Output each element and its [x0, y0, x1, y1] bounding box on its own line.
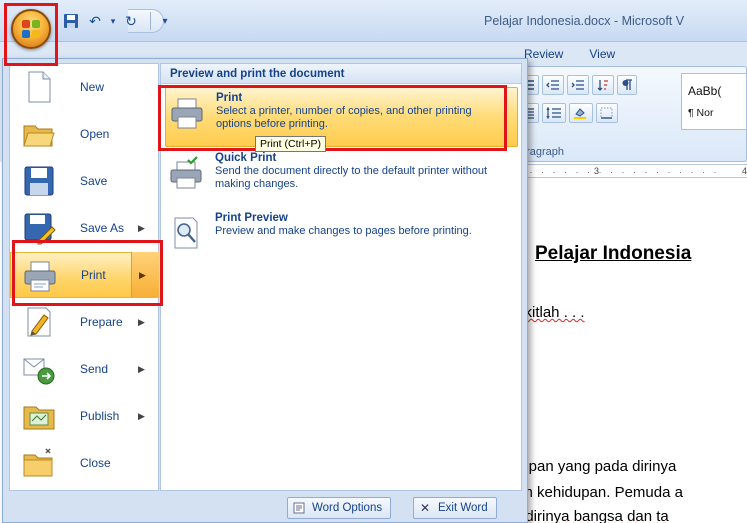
document-line: dupan yang pada dirinya	[512, 458, 677, 475]
style-normal: ¶ Nor	[688, 107, 714, 119]
submenu-item-quick-print[interactable]: Quick Print Send the document directly t…	[165, 148, 518, 208]
shading-button[interactable]	[569, 103, 593, 123]
print-command-highlight	[12, 240, 163, 306]
tab-view[interactable]: View	[589, 42, 615, 66]
submenu-arrow-icon: ▶	[138, 363, 145, 374]
exit-word-button[interactable]: ✕ Exit Word	[413, 497, 497, 519]
style-sample: AaBb(	[688, 84, 722, 98]
publish-icon	[22, 399, 56, 433]
word-options-label: Word Options	[312, 502, 383, 514]
redo-icon[interactable]: ↻	[120, 10, 142, 32]
submenu-header: Preview and print the document	[161, 64, 521, 84]
decrease-indent-button[interactable]	[542, 75, 564, 95]
sort-button[interactable]	[592, 75, 614, 95]
ruler-ticks: · · · · · · · · · · · · · · · · · ·	[518, 167, 720, 177]
submenu-item-description: Send the document directly to the defaul…	[215, 165, 488, 190]
menu-item-label: Publish	[80, 409, 120, 423]
menu-item-label: New	[80, 80, 105, 94]
send-icon	[22, 352, 56, 386]
menu-item-new[interactable]: New	[10, 64, 158, 110]
submenu-arrow-icon: ▶	[138, 222, 145, 233]
show-formatting-button[interactable]	[617, 75, 637, 95]
submenu-item-title: Quick Print	[215, 152, 277, 164]
menu-item-label: Open	[80, 127, 110, 141]
undo-dropdown-icon[interactable]: ▾	[108, 10, 118, 32]
menu-item-send[interactable]: Send ▶	[10, 346, 158, 392]
ruler-mark-3: 3	[594, 166, 600, 176]
submenu-item-title: Print Preview	[215, 212, 288, 224]
menu-item-publish[interactable]: Publish ▶	[10, 393, 158, 439]
exit-word-label: Exit Word	[438, 502, 488, 514]
word-options-icon	[292, 501, 306, 515]
menu-item-label: Send	[80, 362, 109, 376]
customize-toolbar-icon[interactable]: ▾	[159, 10, 171, 32]
submenu-item-print-preview[interactable]: Print Preview Preview and make changes t…	[165, 208, 518, 268]
undo-icon[interactable]: ↶	[84, 10, 106, 32]
ruler-mark-4: 4	[742, 166, 747, 176]
increase-indent-button[interactable]	[567, 75, 589, 95]
save-icon[interactable]	[60, 10, 82, 32]
document-line: am kehidupan. Pemuda a	[512, 484, 683, 501]
document-title: Pelajar Indonesia	[535, 243, 692, 264]
magnifier-icon	[169, 216, 203, 250]
borders-button[interactable]	[596, 103, 618, 123]
submenu-arrow-icon: ▶	[138, 410, 145, 421]
ribbon-tabs: Review View	[520, 42, 615, 66]
office-menu-footer: Word Options ✕ Exit Word	[3, 495, 527, 523]
document-line: erdirinya bangsa dan ta	[512, 508, 669, 523]
print-submenu-highlight	[158, 85, 507, 151]
word-options-button[interactable]: Word Options	[287, 497, 392, 519]
window-title: Pelajar Indonesia.docx - Microsoft V	[484, 14, 685, 28]
print-tooltip: Print (Ctrl+P)	[255, 136, 326, 152]
submenu-arrow-icon: ▶	[138, 316, 145, 327]
menu-item-label: Close	[80, 456, 111, 470]
close-icon: ✕	[419, 501, 431, 515]
line-spacing-button[interactable]	[542, 103, 566, 123]
toolbar-divider	[150, 12, 151, 30]
menu-item-save[interactable]: Save	[10, 158, 158, 204]
submenu-item-description: Preview and make changes to pages before…	[215, 225, 472, 237]
save-icon	[22, 164, 56, 198]
quick-access-toolbar: ↶ ▾ ↻ ▾	[60, 9, 171, 33]
new-document-icon	[22, 70, 56, 104]
menu-item-open[interactable]: Open	[10, 111, 158, 157]
office-button-highlight	[4, 3, 58, 66]
tab-review[interactable]: Review	[524, 42, 563, 66]
quick-print-icon	[169, 156, 203, 190]
close-folder-icon	[22, 446, 56, 480]
prepare-icon	[22, 305, 56, 339]
menu-item-label: Prepare	[80, 315, 123, 329]
menu-item-close[interactable]: Close	[10, 440, 158, 486]
open-folder-icon	[22, 117, 56, 151]
menu-item-label: Save	[80, 174, 108, 188]
ruler: · · · · · · · · · · · · · · · · · · 3 4	[512, 164, 747, 178]
menu-item-label: Save As	[80, 221, 125, 235]
styles-gallery[interactable]: AaBb( ¶ Nor	[681, 73, 747, 130]
